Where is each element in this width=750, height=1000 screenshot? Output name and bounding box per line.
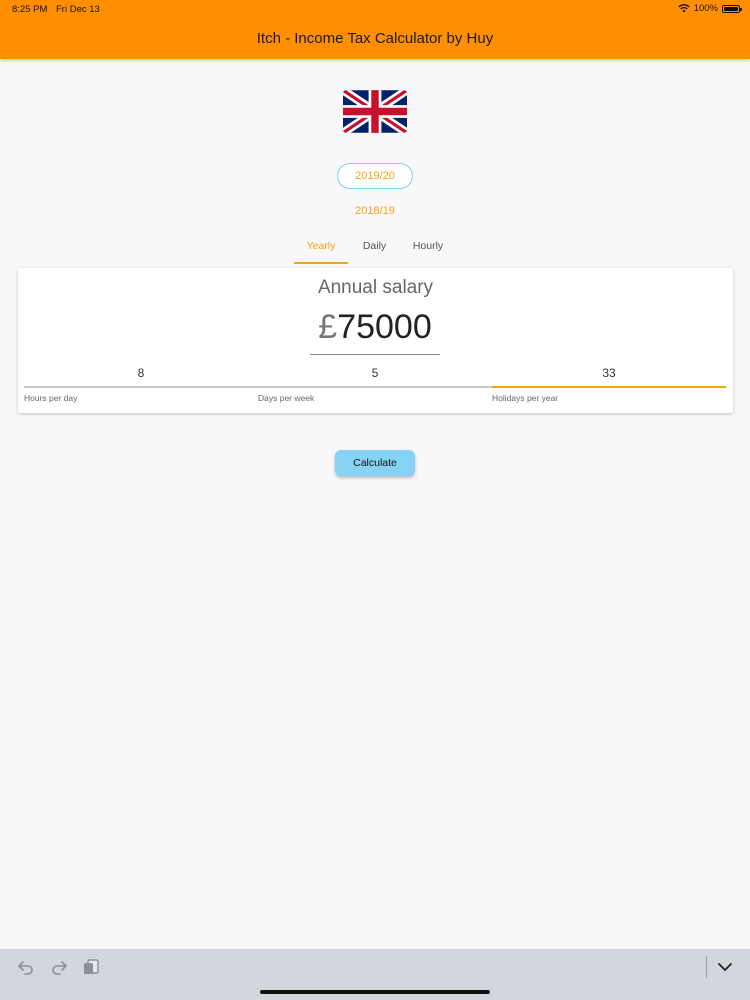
app-bar: 8:25 PM Fri Dec 13 100% Itch - Income Ta… (0, 0, 750, 59)
hours-per-day-value[interactable]: 8 (24, 364, 258, 388)
hours-per-day-field[interactable]: 8 Hours per day (24, 364, 258, 404)
chevron-down-icon[interactable] (716, 958, 734, 976)
battery-percent: 100% (693, 3, 718, 14)
salary-input[interactable]: £75000 (310, 308, 440, 355)
holidays-per-year-value[interactable]: 33 (492, 364, 726, 388)
currency-symbol: £ (318, 308, 338, 346)
holidays-per-year-field[interactable]: 33 Holidays per year (492, 364, 726, 404)
keyboard-accessory-bar (0, 949, 750, 1000)
holidays-per-year-label: Holidays per year (492, 393, 559, 403)
app-title: Itch - Income Tax Calculator by Huy (256, 30, 494, 47)
status-indicators: 100% (678, 3, 742, 14)
keyboard-bar-divider (706, 956, 707, 978)
paste-icon[interactable] (82, 958, 100, 976)
tax-year-option[interactable]: 2018/19 (0, 205, 750, 217)
tax-year-selected-chip[interactable]: 2019/20 (337, 163, 413, 189)
redo-icon[interactable] (50, 958, 68, 976)
days-per-week-label: Days per week (258, 393, 315, 403)
hours-per-day-label: Hours per day (24, 393, 78, 403)
salary-value: 75000 (337, 308, 432, 346)
undo-icon[interactable] (17, 958, 35, 976)
tab-hourly[interactable]: Hourly (401, 232, 444, 264)
status-time: 8:25 PM (12, 4, 48, 15)
salary-card: Annual salary £75000 8 Hours per day 5 D… (18, 268, 733, 413)
wifi-icon (678, 4, 690, 13)
days-per-week-value[interactable]: 5 (258, 364, 492, 388)
calculate-button[interactable]: Calculate (335, 450, 415, 476)
home-indicator (260, 990, 490, 994)
period-tabs: Yearly Daily Hourly (294, 232, 444, 264)
status-date: Fri Dec 13 (56, 4, 100, 15)
annual-salary-label: Annual salary (317, 277, 434, 298)
days-per-week-field[interactable]: 5 Days per week (258, 364, 492, 404)
battery-icon (722, 4, 742, 13)
uk-flag-icon (343, 90, 407, 133)
tab-daily[interactable]: Daily (348, 232, 401, 264)
tab-yearly[interactable]: Yearly (294, 232, 348, 264)
